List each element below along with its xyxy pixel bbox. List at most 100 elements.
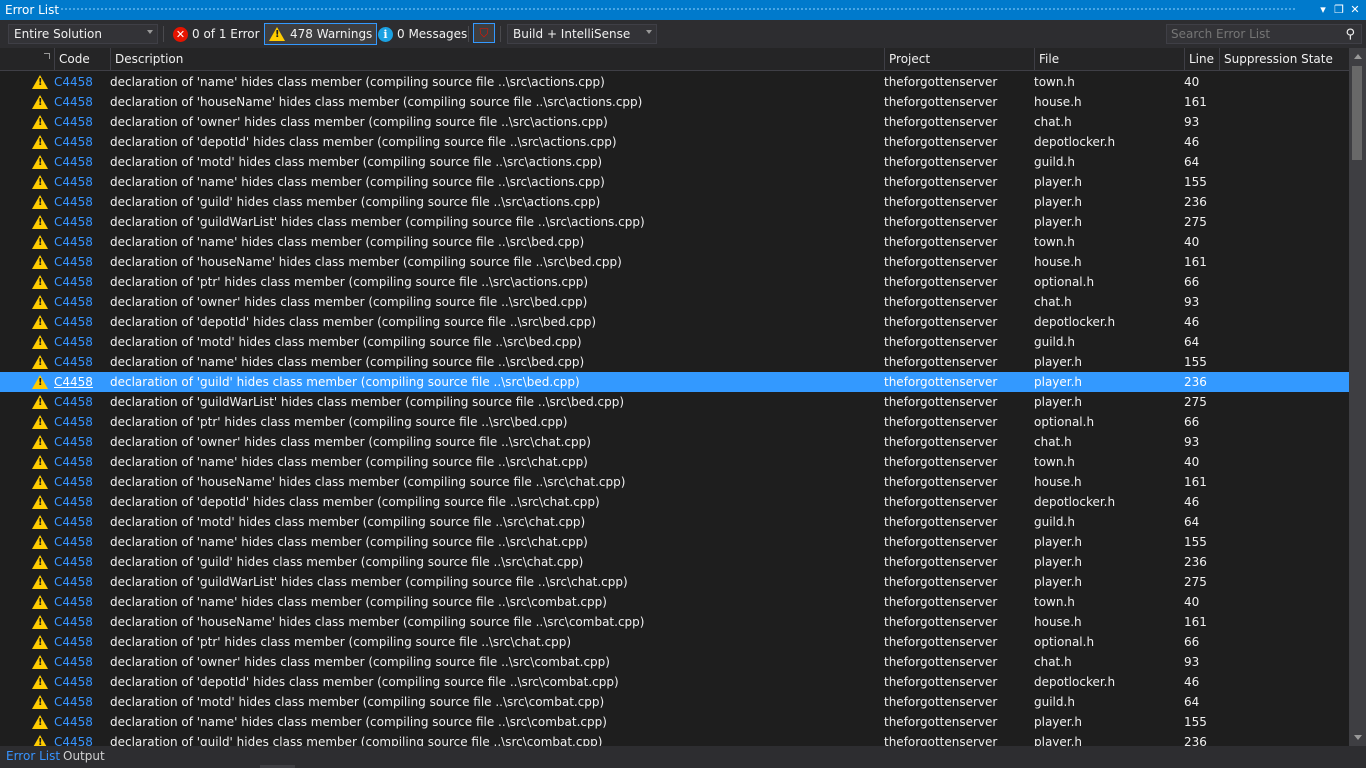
table-row[interactable]: C4458 declaration of 'motd' hides class m… bbox=[0, 332, 1349, 352]
table-row[interactable]: C4458 declaration of 'motd' hides class m… bbox=[0, 512, 1349, 532]
code-link[interactable]: C4458 bbox=[54, 615, 93, 629]
table-row[interactable]: C4458 declaration of 'guild' hides class … bbox=[0, 372, 1349, 392]
line-cell: 155 bbox=[1184, 355, 1207, 369]
code-link[interactable]: C4458 bbox=[54, 715, 93, 729]
code-link[interactable]: C4458 bbox=[54, 675, 93, 689]
tab-output[interactable]: Output bbox=[63, 749, 105, 763]
code-link[interactable]: C4458 bbox=[54, 275, 93, 289]
table-row[interactable]: C4458 declaration of 'name' hides class m… bbox=[0, 72, 1349, 92]
table-row[interactable]: C4458 declaration of 'name' hides class m… bbox=[0, 712, 1349, 732]
table-row[interactable]: C4458 declaration of 'guildWarList' hides… bbox=[0, 392, 1349, 412]
code-link[interactable]: C4458 bbox=[54, 695, 93, 709]
filter-toggle-icon[interactable]: ⛉ bbox=[473, 23, 495, 43]
code-link[interactable]: C4458 bbox=[54, 535, 93, 549]
table-row[interactable]: C4458 declaration of 'name' hides class m… bbox=[0, 352, 1349, 372]
table-row[interactable]: C4458 declaration of 'depotId' hides clas… bbox=[0, 492, 1349, 512]
code-link[interactable]: C4458 bbox=[54, 215, 93, 229]
code-link[interactable]: C4458 bbox=[54, 295, 93, 309]
scroll-down-icon[interactable] bbox=[1354, 735, 1362, 740]
close-icon[interactable]: ✕ bbox=[1347, 2, 1363, 18]
code-link[interactable]: C4458 bbox=[54, 395, 93, 409]
column-header-line[interactable]: Line bbox=[1184, 48, 1219, 70]
table-row[interactable]: C4458 declaration of 'name' hides class m… bbox=[0, 232, 1349, 252]
description-cell: declaration of 'guild' hides class membe… bbox=[110, 555, 584, 569]
code-link[interactable]: C4458 bbox=[54, 655, 93, 669]
code-link[interactable]: C4458 bbox=[54, 495, 93, 509]
code-link[interactable]: C4458 bbox=[54, 75, 93, 89]
table-row[interactable]: C4458 declaration of 'motd' hides class m… bbox=[0, 152, 1349, 172]
table-row[interactable]: C4458 declaration of 'guild' hides class … bbox=[0, 732, 1349, 746]
description-cell: declaration of 'guild' hides class membe… bbox=[110, 375, 580, 389]
column-header-description[interactable]: Description bbox=[110, 48, 884, 70]
column-header-suppression-state[interactable]: Suppression State bbox=[1219, 48, 1349, 70]
table-row[interactable]: C4458 declaration of 'guildWarList' hides… bbox=[0, 212, 1349, 232]
code-link[interactable]: C4458 bbox=[54, 375, 93, 389]
code-link[interactable]: C4458 bbox=[54, 235, 93, 249]
column-header-file[interactable]: File bbox=[1034, 48, 1184, 70]
warnings-filter-button[interactable]: 478 Warnings bbox=[264, 23, 378, 45]
table-row[interactable]: C4458 declaration of 'motd' hides class m… bbox=[0, 692, 1349, 712]
column-header-icon[interactable] bbox=[0, 48, 54, 70]
scope-dropdown[interactable]: Entire Solution bbox=[8, 24, 158, 44]
code-link[interactable]: C4458 bbox=[54, 135, 93, 149]
code-link[interactable]: C4458 bbox=[54, 575, 93, 589]
line-cell: 161 bbox=[1184, 615, 1207, 629]
code-link[interactable]: C4458 bbox=[54, 635, 93, 649]
code-link[interactable]: C4458 bbox=[54, 195, 93, 209]
column-header-code[interactable]: Code bbox=[54, 48, 110, 70]
table-row[interactable]: C4458 declaration of 'houseName' hides cl… bbox=[0, 252, 1349, 272]
search-box[interactable]: ⚲ bbox=[1166, 24, 1362, 44]
table-row[interactable]: C4458 declaration of 'name' hides class m… bbox=[0, 172, 1349, 192]
code-link[interactable]: C4458 bbox=[54, 475, 93, 489]
restore-icon[interactable]: ❐ bbox=[1331, 2, 1347, 18]
code-link[interactable]: C4458 bbox=[54, 355, 93, 369]
code-link[interactable]: C4458 bbox=[54, 555, 93, 569]
code-link[interactable]: C4458 bbox=[54, 415, 93, 429]
code-link[interactable]: C4458 bbox=[54, 435, 93, 449]
code-link[interactable]: C4458 bbox=[54, 335, 93, 349]
search-input[interactable] bbox=[1171, 27, 1331, 41]
code-link[interactable]: C4458 bbox=[54, 315, 93, 329]
code-link[interactable]: C4458 bbox=[54, 735, 93, 746]
table-row[interactable]: C4458 declaration of 'houseName' hides cl… bbox=[0, 92, 1349, 112]
errors-filter-button[interactable]: ✕ 0 of 1 Error bbox=[168, 23, 265, 45]
table-row[interactable]: C4458 declaration of 'name' hides class m… bbox=[0, 532, 1349, 552]
table-row[interactable]: C4458 declaration of 'depotId' hides clas… bbox=[0, 672, 1349, 692]
line-cell: 275 bbox=[1184, 575, 1207, 589]
code-link[interactable]: C4458 bbox=[54, 455, 93, 469]
table-row[interactable]: C4458 declaration of 'houseName' hides cl… bbox=[0, 472, 1349, 492]
table-row[interactable]: C4458 declaration of 'ptr' hides class me… bbox=[0, 412, 1349, 432]
table-row[interactable]: C4458 declaration of 'houseName' hides cl… bbox=[0, 612, 1349, 632]
table-row[interactable]: C4458 declaration of 'guild' hides class … bbox=[0, 192, 1349, 212]
code-link[interactable]: C4458 bbox=[54, 95, 93, 109]
code-link[interactable]: C4458 bbox=[54, 255, 93, 269]
messages-filter-button[interactable]: i 0 Messages bbox=[373, 23, 472, 45]
code-link[interactable]: C4458 bbox=[54, 175, 93, 189]
table-row[interactable]: C4458 declaration of 'guild' hides class … bbox=[0, 552, 1349, 572]
table-row[interactable]: C4458 declaration of 'owner' hides class … bbox=[0, 292, 1349, 312]
table-row[interactable]: C4458 declaration of 'owner' hides class … bbox=[0, 112, 1349, 132]
table-row[interactable]: C4458 declaration of 'name' hides class m… bbox=[0, 592, 1349, 612]
title-grip[interactable] bbox=[60, 7, 1296, 12]
table-row[interactable]: C4458 declaration of 'ptr' hides class me… bbox=[0, 272, 1349, 292]
code-link[interactable]: C4458 bbox=[54, 515, 93, 529]
build-source-dropdown[interactable]: Build + IntelliSense bbox=[507, 24, 657, 44]
table-row[interactable]: C4458 declaration of 'guildWarList' hides… bbox=[0, 572, 1349, 592]
line-cell: 64 bbox=[1184, 155, 1200, 169]
search-icon[interactable]: ⚲ bbox=[1345, 27, 1355, 42]
scroll-thumb[interactable] bbox=[1352, 66, 1362, 160]
table-row[interactable]: C4458 declaration of 'ptr' hides class me… bbox=[0, 632, 1349, 652]
table-row[interactable]: C4458 declaration of 'owner' hides class … bbox=[0, 652, 1349, 672]
dropdown-pin-icon[interactable]: ▾ bbox=[1315, 2, 1331, 18]
code-link[interactable]: C4458 bbox=[54, 595, 93, 609]
tab-error-list[interactable]: Error List bbox=[6, 749, 60, 763]
column-header-project[interactable]: Project bbox=[884, 48, 1034, 70]
code-link[interactable]: C4458 bbox=[54, 115, 93, 129]
scroll-up-icon[interactable] bbox=[1354, 54, 1362, 59]
table-row[interactable]: C4458 declaration of 'name' hides class m… bbox=[0, 452, 1349, 472]
table-row[interactable]: C4458 declaration of 'depotId' hides clas… bbox=[0, 312, 1349, 332]
table-row[interactable]: C4458 declaration of 'owner' hides class … bbox=[0, 432, 1349, 452]
table-row[interactable]: C4458 declaration of 'depotId' hides clas… bbox=[0, 132, 1349, 152]
code-link[interactable]: C4458 bbox=[54, 155, 93, 169]
vertical-scrollbar[interactable] bbox=[1349, 48, 1366, 746]
